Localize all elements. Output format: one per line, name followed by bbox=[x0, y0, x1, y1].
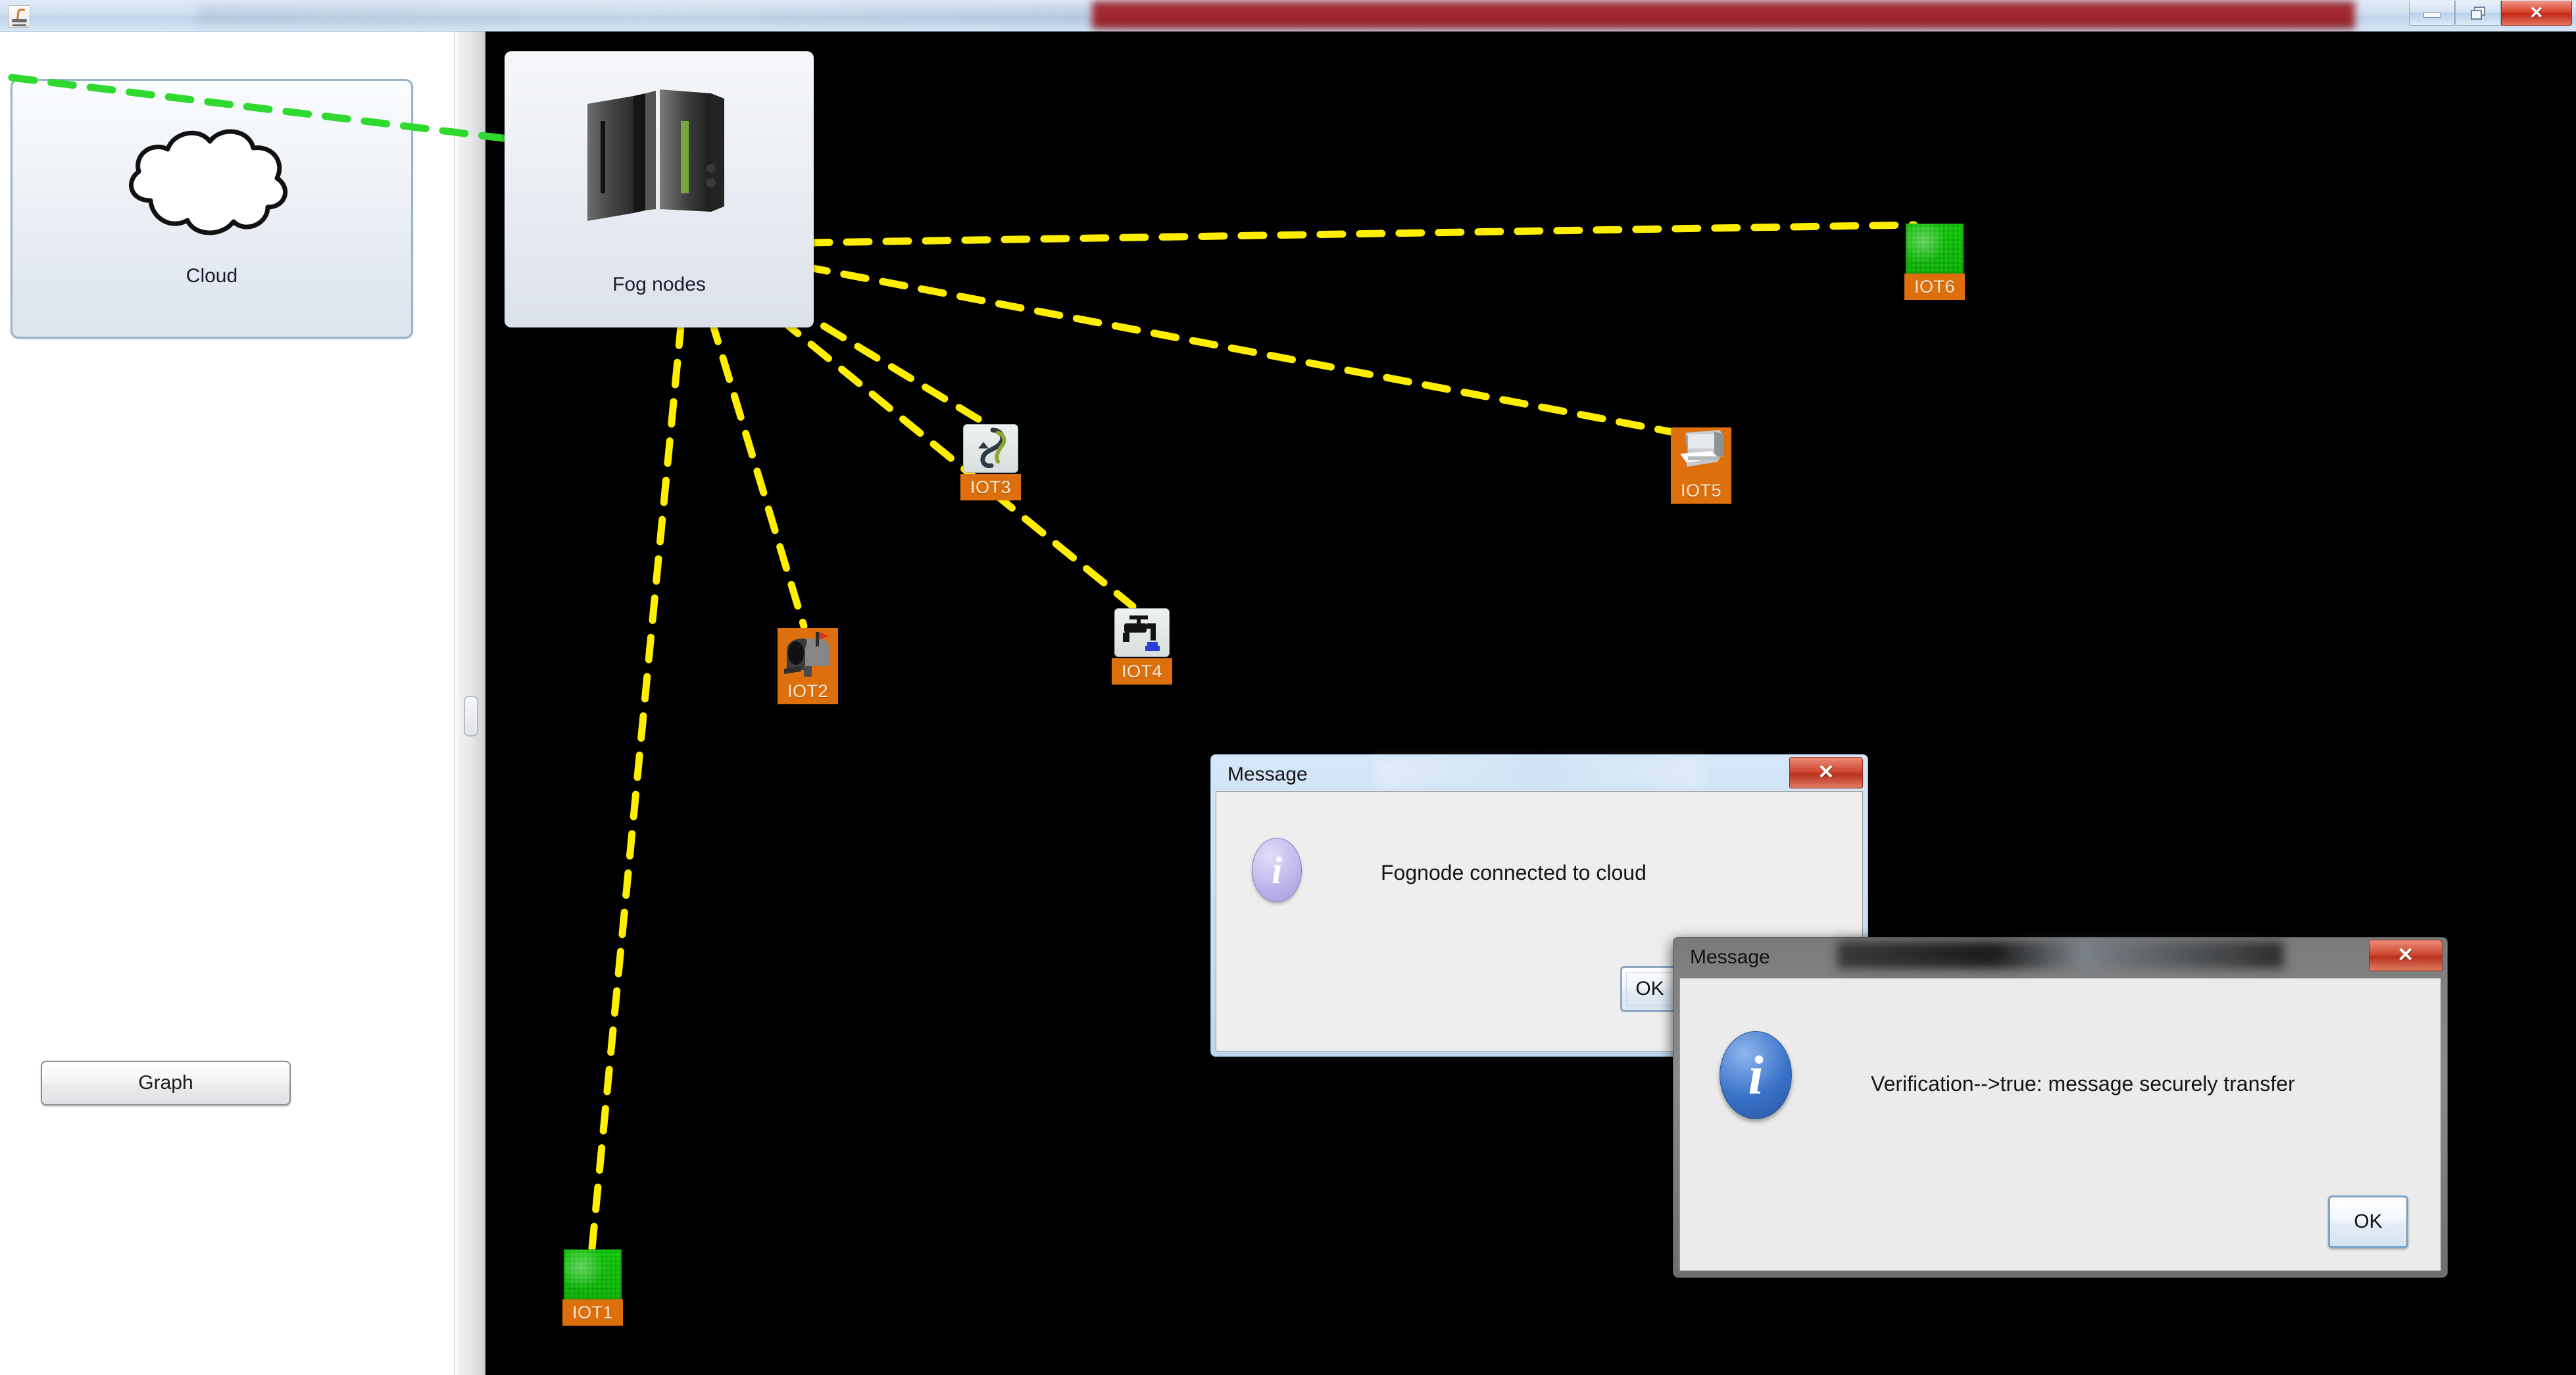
minimize-button[interactable] bbox=[2409, 1, 2455, 26]
iot-node-iot5[interactable]: IOT5 bbox=[1671, 427, 1731, 504]
info-icon: i bbox=[1252, 838, 1302, 902]
dialog-message: Fognode connected to cloud bbox=[1381, 861, 1647, 884]
cloud-node-panel[interactable]: Cloud bbox=[11, 79, 413, 339]
graph-button[interactable]: Graph bbox=[41, 1061, 291, 1105]
restore-icon bbox=[2471, 6, 2485, 20]
hook-sensor-icon bbox=[960, 424, 1021, 474]
dialog-close-button[interactable]: ✕ bbox=[1789, 757, 1863, 788]
iot-node-label: IOT1 bbox=[562, 1299, 623, 1326]
dialog-body: i Verification-->true: message securely … bbox=[1679, 978, 2441, 1271]
window-title-blurred bbox=[197, 5, 1092, 26]
application-window: ✕ Cloud Graph Fog nodes IOT1 IOT2 IOT3 I… bbox=[0, 0, 2576, 1375]
dialog-close-button[interactable]: ✕ bbox=[2369, 940, 2442, 971]
dialog-message: Verification-->true: message securely tr… bbox=[1871, 1072, 2295, 1096]
message-dialog-verification[interactable]: Message ✕ i Verification-->true: message… bbox=[1673, 937, 2448, 1278]
close-icon: ✕ bbox=[2397, 944, 2414, 966]
iot-node-label: IOT3 bbox=[960, 474, 1021, 500]
ok-button[interactable]: OK bbox=[1620, 966, 1679, 1012]
split-pane-divider[interactable] bbox=[454, 32, 485, 1375]
close-icon: ✕ bbox=[2529, 3, 2544, 22]
cloud-icon bbox=[110, 120, 307, 252]
window-titlebar[interactable]: ✕ bbox=[0, 0, 2576, 32]
cloud-node-label: Cloud bbox=[186, 265, 238, 287]
server-rack-icon bbox=[582, 89, 733, 231]
close-icon: ✕ bbox=[1818, 761, 1835, 783]
fog-node-label: Fog nodes bbox=[612, 274, 706, 295]
mailbox-icon bbox=[778, 628, 838, 678]
dialog-title: Message bbox=[1690, 946, 1770, 968]
fog-node-panel[interactable]: Fog nodes bbox=[505, 51, 814, 327]
iot-node-iot3[interactable]: IOT3 bbox=[960, 424, 1021, 500]
iot-node-label: IOT5 bbox=[1671, 477, 1731, 504]
iot-node-iot1[interactable]: IOT1 bbox=[562, 1249, 623, 1326]
close-button[interactable]: ✕ bbox=[2501, 1, 2572, 26]
minimize-icon bbox=[2423, 12, 2440, 18]
printer-icon bbox=[1671, 427, 1731, 477]
dialog-title-blur bbox=[1375, 758, 1704, 786]
water-tap-icon bbox=[1112, 608, 1172, 658]
split-pane-grip[interactable] bbox=[464, 696, 478, 736]
green-sensor-icon bbox=[562, 1249, 623, 1299]
green-sensor-icon bbox=[1904, 224, 1965, 274]
ok-button[interactable]: OK bbox=[2328, 1195, 2408, 1248]
ok-button-label: OK bbox=[2354, 1211, 2383, 1232]
iot-node-label: IOT6 bbox=[1904, 274, 1965, 300]
info-icon: i bbox=[1720, 1031, 1792, 1119]
window-title-redaction bbox=[1092, 1, 2355, 29]
window-controls: ✕ bbox=[2409, 1, 2572, 26]
java-cup-icon bbox=[8, 5, 30, 28]
dialog-title: Message bbox=[1227, 763, 1308, 785]
left-pane: Cloud Graph bbox=[0, 32, 454, 1375]
ok-button-label: OK bbox=[1626, 972, 1673, 1006]
iot-node-iot6[interactable]: IOT6 bbox=[1904, 224, 1965, 300]
iot-node-iot4[interactable]: IOT4 bbox=[1112, 608, 1172, 685]
restore-button[interactable] bbox=[2455, 1, 2501, 26]
iot-node-label: IOT4 bbox=[1112, 658, 1172, 685]
iot-node-iot2[interactable]: IOT2 bbox=[778, 628, 838, 704]
iot-node-label: IOT2 bbox=[778, 678, 838, 704]
dialog-title-blur bbox=[1837, 941, 2283, 969]
